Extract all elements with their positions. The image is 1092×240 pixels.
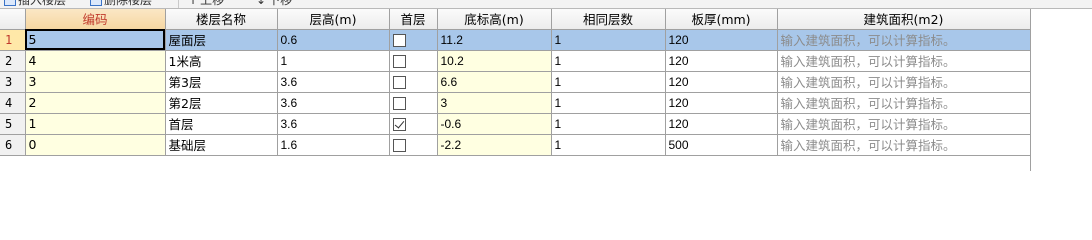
cell-same-count[interactable]: 1 <box>551 50 666 72</box>
move-down-label: 下移 <box>268 0 293 7</box>
checkbox-unchecked-icon[interactable] <box>392 33 406 47</box>
cell-code[interactable]: 0 <box>25 134 166 156</box>
column-header-name[interactable]: 楼层名称 <box>165 9 278 30</box>
cell-building-area[interactable]: 输入建筑面积，可以计算指标。 <box>777 29 1031 51</box>
checkbox-unchecked-icon[interactable] <box>392 54 406 68</box>
insert-floor-button[interactable]: 插入楼层 <box>4 0 66 8</box>
cell-first-floor[interactable] <box>389 71 438 93</box>
toolbar-separator <box>178 0 179 8</box>
cell-same-count[interactable]: 1 <box>551 92 666 114</box>
cell-slab-thickness[interactable]: 120 <box>665 113 778 135</box>
cell-floor-height[interactable]: 1 <box>277 50 390 72</box>
floor-grid: 编码 楼层名称 层高(m) 首层 底标高(m) 相同层数 板厚(mm) 建筑面积… <box>0 8 1092 214</box>
row-number[interactable]: 6 <box>0 134 26 156</box>
cell-code[interactable]: 4 <box>25 50 166 72</box>
row-number[interactable]: 1 <box>0 29 26 51</box>
delete-floor-icon <box>90 0 102 6</box>
grid-right-border <box>1030 9 1031 171</box>
cell-floor-height[interactable]: 3.6 <box>277 113 390 135</box>
cell-building-area[interactable]: 输入建筑面积，可以计算指标。 <box>777 134 1031 156</box>
insert-floor-icon <box>4 0 16 6</box>
checkbox-unchecked-icon[interactable] <box>392 138 406 152</box>
cell-floor-height[interactable]: 1.6 <box>277 134 390 156</box>
row-number[interactable]: 3 <box>0 71 26 93</box>
cell-slab-thickness[interactable]: 120 <box>665 29 778 51</box>
column-header-code[interactable]: 编码 <box>25 9 166 30</box>
column-header-same-count[interactable]: 相同层数 <box>551 9 666 30</box>
cell-slab-thickness[interactable]: 120 <box>665 50 778 72</box>
delete-floor-label: 删除楼层 <box>104 0 153 7</box>
cell-building-area[interactable]: 输入建筑面积，可以计算指标。 <box>777 113 1031 135</box>
cell-slab-thickness[interactable]: 120 <box>665 92 778 114</box>
cell-code[interactable]: 3 <box>25 71 166 93</box>
table-row[interactable]: 3 3 第3层 3.6 6.6 1 120 输入建筑面积，可以计算指标。 <box>0 71 1031 93</box>
cell-same-count[interactable]: 1 <box>551 71 666 93</box>
column-header-bottom-elevation[interactable]: 底标高(m) <box>437 9 552 30</box>
table-row[interactable]: 2 4 1米高 1 10.2 1 120 输入建筑面积，可以计算指标。 <box>0 50 1031 72</box>
cell-floor-name[interactable]: 首层 <box>165 113 278 135</box>
column-header-building-area[interactable]: 建筑面积(m2) <box>777 9 1031 30</box>
table-row[interactable]: 6 0 基础层 1.6 -2.2 1 500 输入建筑面积，可以计算指标。 <box>0 134 1031 156</box>
cell-floor-name[interactable]: 1米高 <box>165 50 278 72</box>
cell-slab-thickness[interactable]: 120 <box>665 71 778 93</box>
table-row[interactable]: 1 5 屋面层 0.6 11.2 1 120 输入建筑面积，可以计算指标。 <box>0 29 1031 51</box>
cell-floor-height[interactable]: 3.6 <box>277 92 390 114</box>
header-row: 编码 楼层名称 层高(m) 首层 底标高(m) 相同层数 板厚(mm) 建筑面积… <box>0 9 1031 30</box>
cell-bottom-elevation[interactable]: 10.2 <box>437 50 552 72</box>
row-number[interactable]: 2 <box>0 50 26 72</box>
cell-same-count[interactable]: 1 <box>551 134 666 156</box>
cell-floor-name[interactable]: 基础层 <box>165 134 278 156</box>
arrow-down-icon: ↓ <box>256 0 267 7</box>
arrow-up-icon: ↑ <box>188 0 199 7</box>
row-number[interactable]: 4 <box>0 92 26 114</box>
cell-bottom-elevation[interactable]: -0.6 <box>437 113 552 135</box>
cell-first-floor[interactable] <box>389 50 438 72</box>
table-row[interactable]: 5 1 首层 3.6 -0.6 1 120 输入建筑面积，可以计算指标。 <box>0 113 1031 135</box>
cell-first-floor[interactable] <box>389 29 438 51</box>
cell-building-area[interactable]: 输入建筑面积，可以计算指标。 <box>777 92 1031 114</box>
cell-code[interactable]: 1 <box>25 113 166 135</box>
column-header-height[interactable]: 层高(m) <box>277 9 390 30</box>
cell-floor-name[interactable]: 屋面层 <box>165 29 278 51</box>
cell-first-floor[interactable] <box>389 134 438 156</box>
cell-same-count[interactable]: 1 <box>551 29 666 51</box>
table-row[interactable]: 4 2 第2层 3.6 3 1 120 输入建筑面积，可以计算指标。 <box>0 92 1031 114</box>
cell-first-floor[interactable] <box>389 113 438 135</box>
insert-floor-label: 插入楼层 <box>18 0 67 7</box>
cell-bottom-elevation[interactable]: 3 <box>437 92 552 114</box>
cell-floor-name[interactable]: 第2层 <box>165 92 278 114</box>
move-down-button[interactable]: ↓ 下移 <box>256 0 292 8</box>
checkbox-checked-icon[interactable] <box>392 117 406 131</box>
cell-same-count[interactable]: 1 <box>551 113 666 135</box>
delete-floor-button[interactable]: 删除楼层 <box>90 0 152 8</box>
cell-floor-name[interactable]: 第3层 <box>165 71 278 93</box>
checkbox-unchecked-icon[interactable] <box>392 75 406 89</box>
row-number[interactable]: 5 <box>0 113 26 135</box>
toolbar: 插入楼层 删除楼层 ↑ 上移 ↓ 下移 <box>0 0 1092 8</box>
cell-floor-height[interactable]: 3.6 <box>277 71 390 93</box>
cell-code[interactable]: 5 <box>25 29 166 51</box>
checkbox-unchecked-icon[interactable] <box>392 96 406 110</box>
cell-slab-thickness[interactable]: 500 <box>665 134 778 156</box>
cell-bottom-elevation[interactable]: 11.2 <box>437 29 552 51</box>
move-up-label: 上移 <box>200 0 225 7</box>
column-header-first-floor[interactable]: 首层 <box>389 9 438 30</box>
floor-table: 编码 楼层名称 层高(m) 首层 底标高(m) 相同层数 板厚(mm) 建筑面积… <box>0 9 1031 156</box>
column-header-slab-thickness[interactable]: 板厚(mm) <box>665 9 778 30</box>
cell-building-area[interactable]: 输入建筑面积，可以计算指标。 <box>777 71 1031 93</box>
cell-building-area[interactable]: 输入建筑面积，可以计算指标。 <box>777 50 1031 72</box>
cell-bottom-elevation[interactable]: 6.6 <box>437 71 552 93</box>
cell-bottom-elevation[interactable]: -2.2 <box>437 134 552 156</box>
cell-code[interactable]: 2 <box>25 92 166 114</box>
cell-floor-height[interactable]: 0.6 <box>277 29 390 51</box>
move-up-button[interactable]: ↑ 上移 <box>188 0 224 8</box>
corner-header[interactable] <box>0 9 26 30</box>
cell-first-floor[interactable] <box>389 92 438 114</box>
